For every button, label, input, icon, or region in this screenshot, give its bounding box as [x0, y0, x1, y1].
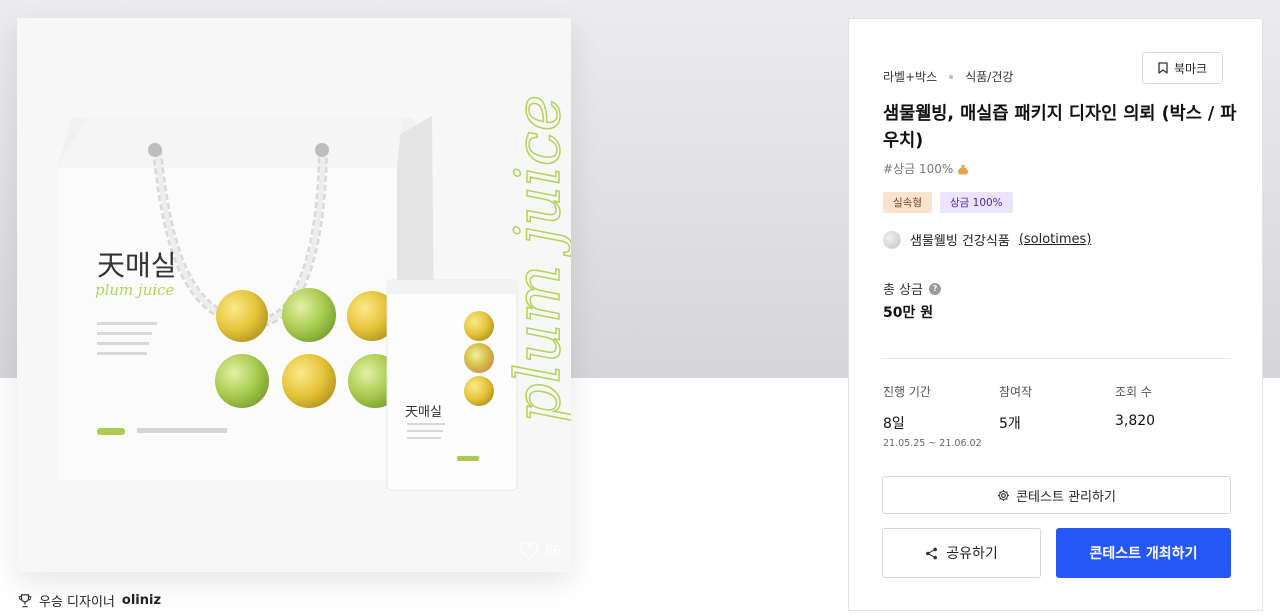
bookmark-icon: [1158, 62, 1168, 74]
heart-icon: [519, 542, 540, 560]
open-contest-label: 콘테스트 개최하기: [1089, 546, 1198, 562]
open-contest-button[interactable]: 콘테스트 개최하기: [1056, 528, 1231, 578]
badge-prize: 상금 100%: [939, 192, 1013, 213]
winner-label: 우승 디자이너: [39, 595, 115, 610]
contest-info-panel: 라벨+박스 식품/건강 북마크 샘물웰빙, 매실즙 패키지 디자인 의뢰 (박스…: [848, 18, 1263, 611]
winner-designer: 우승 디자이너 oliniz: [18, 591, 161, 610]
prize-label: 총 상금 ?: [883, 279, 942, 298]
trophy-icon: [18, 593, 32, 607]
stat-entries-label: 참여작: [999, 385, 1033, 399]
divider: [882, 358, 1230, 359]
stat-period-value: 8일: [883, 416, 905, 432]
winner-name[interactable]: oliniz: [122, 593, 161, 608]
stat-period: 진행 기간 8일 21.05.25 ~ 21.06.02: [883, 383, 982, 449]
contest-title: 샘물웰빙, 매실즙 패키지 디자인 의뢰 (박스 / 파우치): [883, 104, 1237, 151]
host-name: 샘물웰빙 건강식품: [910, 234, 1010, 249]
svg-text:天매실: 天매실: [97, 249, 177, 282]
gear-icon: [998, 489, 1010, 501]
stat-period-dates: 21.05.25 ~ 21.06.02: [883, 438, 982, 449]
share-icon: [926, 547, 938, 559]
avatar: [883, 230, 901, 249]
stat-entries-value: 5개: [999, 416, 1021, 432]
breadcrumb-separator: [949, 74, 954, 79]
badge-list: 실속형 상금 100%: [883, 192, 1013, 213]
stat-views-label: 조회 수: [1115, 385, 1152, 399]
package-illustration: 天매실 plum juice 天매실 plum juice: [57, 94, 571, 491]
svg-text:plum juice: plum juice: [95, 281, 175, 299]
badge-economy: 실속형: [883, 192, 932, 213]
stat-views: 조회 수 3,820: [1115, 383, 1155, 429]
host-info: 샘물웰빙 건강식품 (solotimes): [883, 230, 1091, 249]
stat-views-value: 3,820: [1115, 413, 1156, 429]
money-bag-icon: [958, 164, 969, 174]
prize-value: 50만 원: [883, 305, 934, 321]
breadcrumb: 라벨+박스 식품/건강: [883, 68, 1013, 85]
bookmark-button[interactable]: 북마크: [1142, 52, 1223, 84]
hashtag-text: #상금 100%: [883, 162, 954, 176]
svg-text:plum juice: plum juice: [501, 95, 571, 423]
like-count: 86: [544, 543, 561, 559]
stat-period-label: 진행 기간: [883, 385, 931, 399]
hashtag[interactable]: #상금 100%: [883, 160, 969, 177]
manage-contest-button[interactable]: 콘테스트 관리하기: [882, 476, 1231, 514]
manage-contest-label: 콘테스트 관리하기: [1016, 489, 1116, 505]
help-icon[interactable]: ?: [929, 282, 942, 295]
share-button[interactable]: 공유하기: [882, 528, 1041, 578]
svg-text:天매실: 天매실: [405, 405, 442, 420]
entry-image[interactable]: 天매실 plum juice 天매실 plum juice 86: [17, 18, 571, 572]
prize-label-text: 총 상금: [883, 283, 924, 298]
host-id-link[interactable]: (solotimes): [1019, 232, 1092, 247]
stat-entries: 참여작 5개: [999, 383, 1032, 433]
bookmark-label: 북마크: [1173, 61, 1208, 76]
category-secondary[interactable]: 식품/건강: [965, 68, 1013, 85]
like-counter[interactable]: 86: [519, 542, 561, 560]
share-label: 공유하기: [946, 546, 998, 562]
category-primary[interactable]: 라벨+박스: [883, 68, 937, 85]
